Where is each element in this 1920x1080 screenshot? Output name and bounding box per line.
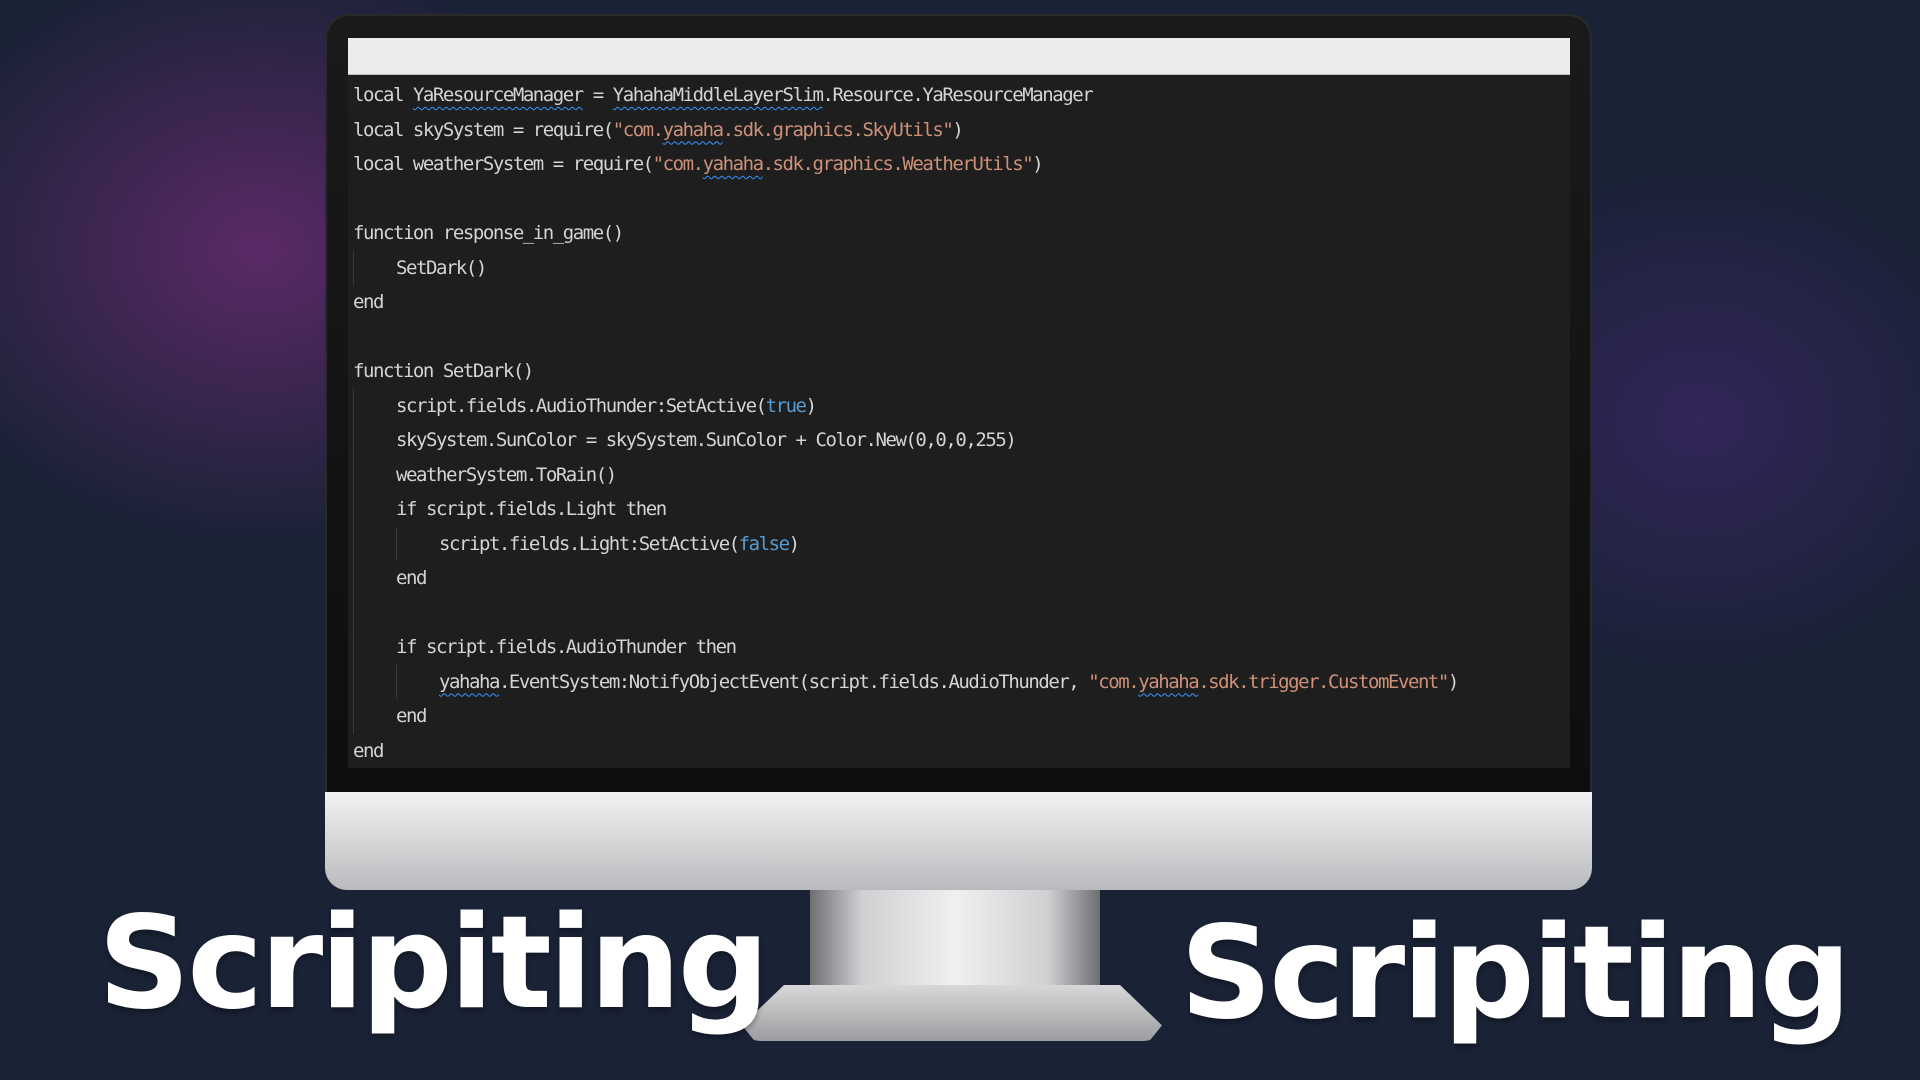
code-token: YahahaMiddleLayerSlim bbox=[612, 84, 824, 106]
code-token: end bbox=[353, 739, 384, 762]
monitor-stand-foot bbox=[742, 985, 1162, 1041]
title-left: Scripiting bbox=[98, 889, 769, 1038]
monitor-chin bbox=[325, 792, 1592, 890]
code-line[interactable]: if script.fields.AudioThunder then bbox=[353, 630, 1570, 665]
indent-guide bbox=[353, 423, 396, 458]
code-token: SetDark() bbox=[396, 256, 487, 279]
code-line[interactable]: end bbox=[353, 699, 1570, 734]
code-token: ) bbox=[1032, 153, 1043, 175]
code-token: local weatherSystem = require( bbox=[353, 153, 654, 175]
code-token: .Resource.YaResourceManager bbox=[822, 84, 1094, 106]
indent-guide bbox=[353, 526, 396, 561]
code-token: false bbox=[738, 532, 790, 555]
code-token: .EventSystem:NotifyObjectEvent(script.fi… bbox=[498, 670, 1089, 693]
indent-guide bbox=[353, 388, 396, 423]
code-token: ) bbox=[1447, 670, 1459, 693]
indent-guide bbox=[396, 664, 439, 699]
code-line[interactable]: script.fields.AudioThunder:SetActive(tru… bbox=[353, 388, 1570, 423]
code-token: true bbox=[765, 394, 807, 417]
code-token: function response_in_game() bbox=[353, 222, 624, 244]
code-line[interactable]: skySystem.SunColor = skySystem.SunColor … bbox=[353, 423, 1570, 458]
code-token: .sdk.graphics.SkyUtils" bbox=[722, 118, 954, 141]
code-line[interactable]: if script.fields.Light then bbox=[353, 492, 1570, 527]
indent-guide bbox=[353, 630, 396, 665]
code-token: yahaha bbox=[662, 118, 724, 141]
indent-guide bbox=[353, 699, 396, 734]
indent-guide bbox=[353, 595, 396, 630]
code-token: "com. bbox=[1088, 670, 1139, 693]
code-token: ) bbox=[805, 394, 817, 417]
code-token: end bbox=[396, 705, 427, 727]
code-token: ) bbox=[952, 118, 963, 141]
editor-tab-bar bbox=[348, 38, 1570, 75]
code-area[interactable]: local YaResourceManager = YahahaMiddleLa… bbox=[348, 75, 1570, 768]
code-token: function SetDark() bbox=[353, 360, 534, 382]
indent-guide bbox=[353, 457, 396, 492]
code-line[interactable]: end bbox=[353, 561, 1570, 596]
code-token: yahaha bbox=[702, 153, 764, 175]
code-token: if script.fields.AudioThunder then bbox=[396, 636, 737, 658]
code-token: local bbox=[353, 84, 413, 106]
indent-guide bbox=[396, 526, 439, 561]
code-token: script.fields.AudioThunder:SetActive( bbox=[396, 394, 767, 417]
code-token: script.fields.Light:SetActive( bbox=[439, 532, 740, 555]
code-token: "com. bbox=[612, 118, 664, 141]
code-line[interactable]: local YaResourceManager = YahahaMiddleLa… bbox=[353, 78, 1570, 113]
code-line[interactable] bbox=[353, 182, 1570, 217]
code-token: yahaha bbox=[439, 670, 500, 693]
title-right: Scripiting bbox=[1180, 899, 1851, 1048]
code-editor-screen: local YaResourceManager = YahahaMiddleLa… bbox=[348, 38, 1570, 768]
code-token: end bbox=[353, 291, 384, 313]
code-line[interactable] bbox=[353, 595, 1570, 630]
code-token: YaResourceManager bbox=[412, 84, 584, 106]
code-line[interactable]: SetDark() bbox=[353, 250, 1570, 285]
code-token: end bbox=[396, 567, 427, 589]
code-token: "com. bbox=[652, 153, 704, 175]
code-line[interactable]: local skySystem = require("com.yahaha.sd… bbox=[353, 113, 1570, 148]
code-line[interactable] bbox=[353, 320, 1570, 355]
code-token: if script.fields.Light then bbox=[396, 498, 667, 520]
code-token: ) bbox=[788, 532, 800, 555]
code-line[interactable]: local weatherSystem = require("com.yahah… bbox=[353, 147, 1570, 182]
indent-guide bbox=[353, 250, 396, 285]
code-line[interactable]: function response_in_game() bbox=[353, 216, 1570, 251]
code-token: = bbox=[582, 84, 613, 106]
code-token: yahaha bbox=[1138, 670, 1199, 693]
indent-guide bbox=[353, 561, 396, 596]
code-line[interactable]: weatherSystem.ToRain() bbox=[353, 457, 1570, 492]
code-token: .sdk.trigger.CustomEvent" bbox=[1198, 670, 1449, 693]
code-token: .sdk.graphics.WeatherUtils" bbox=[762, 153, 1034, 175]
indent-guide bbox=[353, 664, 396, 699]
code-line[interactable]: function SetDark() bbox=[353, 354, 1570, 389]
code-token: skySystem.SunColor = skySystem.SunColor … bbox=[396, 429, 1017, 451]
code-line[interactable]: end bbox=[353, 285, 1570, 320]
code-line[interactable]: yahaha.EventSystem:NotifyObjectEvent(scr… bbox=[353, 664, 1570, 699]
code-line[interactable]: script.fields.Light:SetActive(false) bbox=[353, 526, 1570, 561]
code-line[interactable]: end bbox=[353, 734, 1570, 769]
monitor-stand-neck bbox=[810, 890, 1100, 995]
indent-guide bbox=[353, 492, 396, 527]
code-token: local skySystem = require( bbox=[353, 118, 614, 141]
code-token: weatherSystem.ToRain() bbox=[396, 463, 617, 486]
